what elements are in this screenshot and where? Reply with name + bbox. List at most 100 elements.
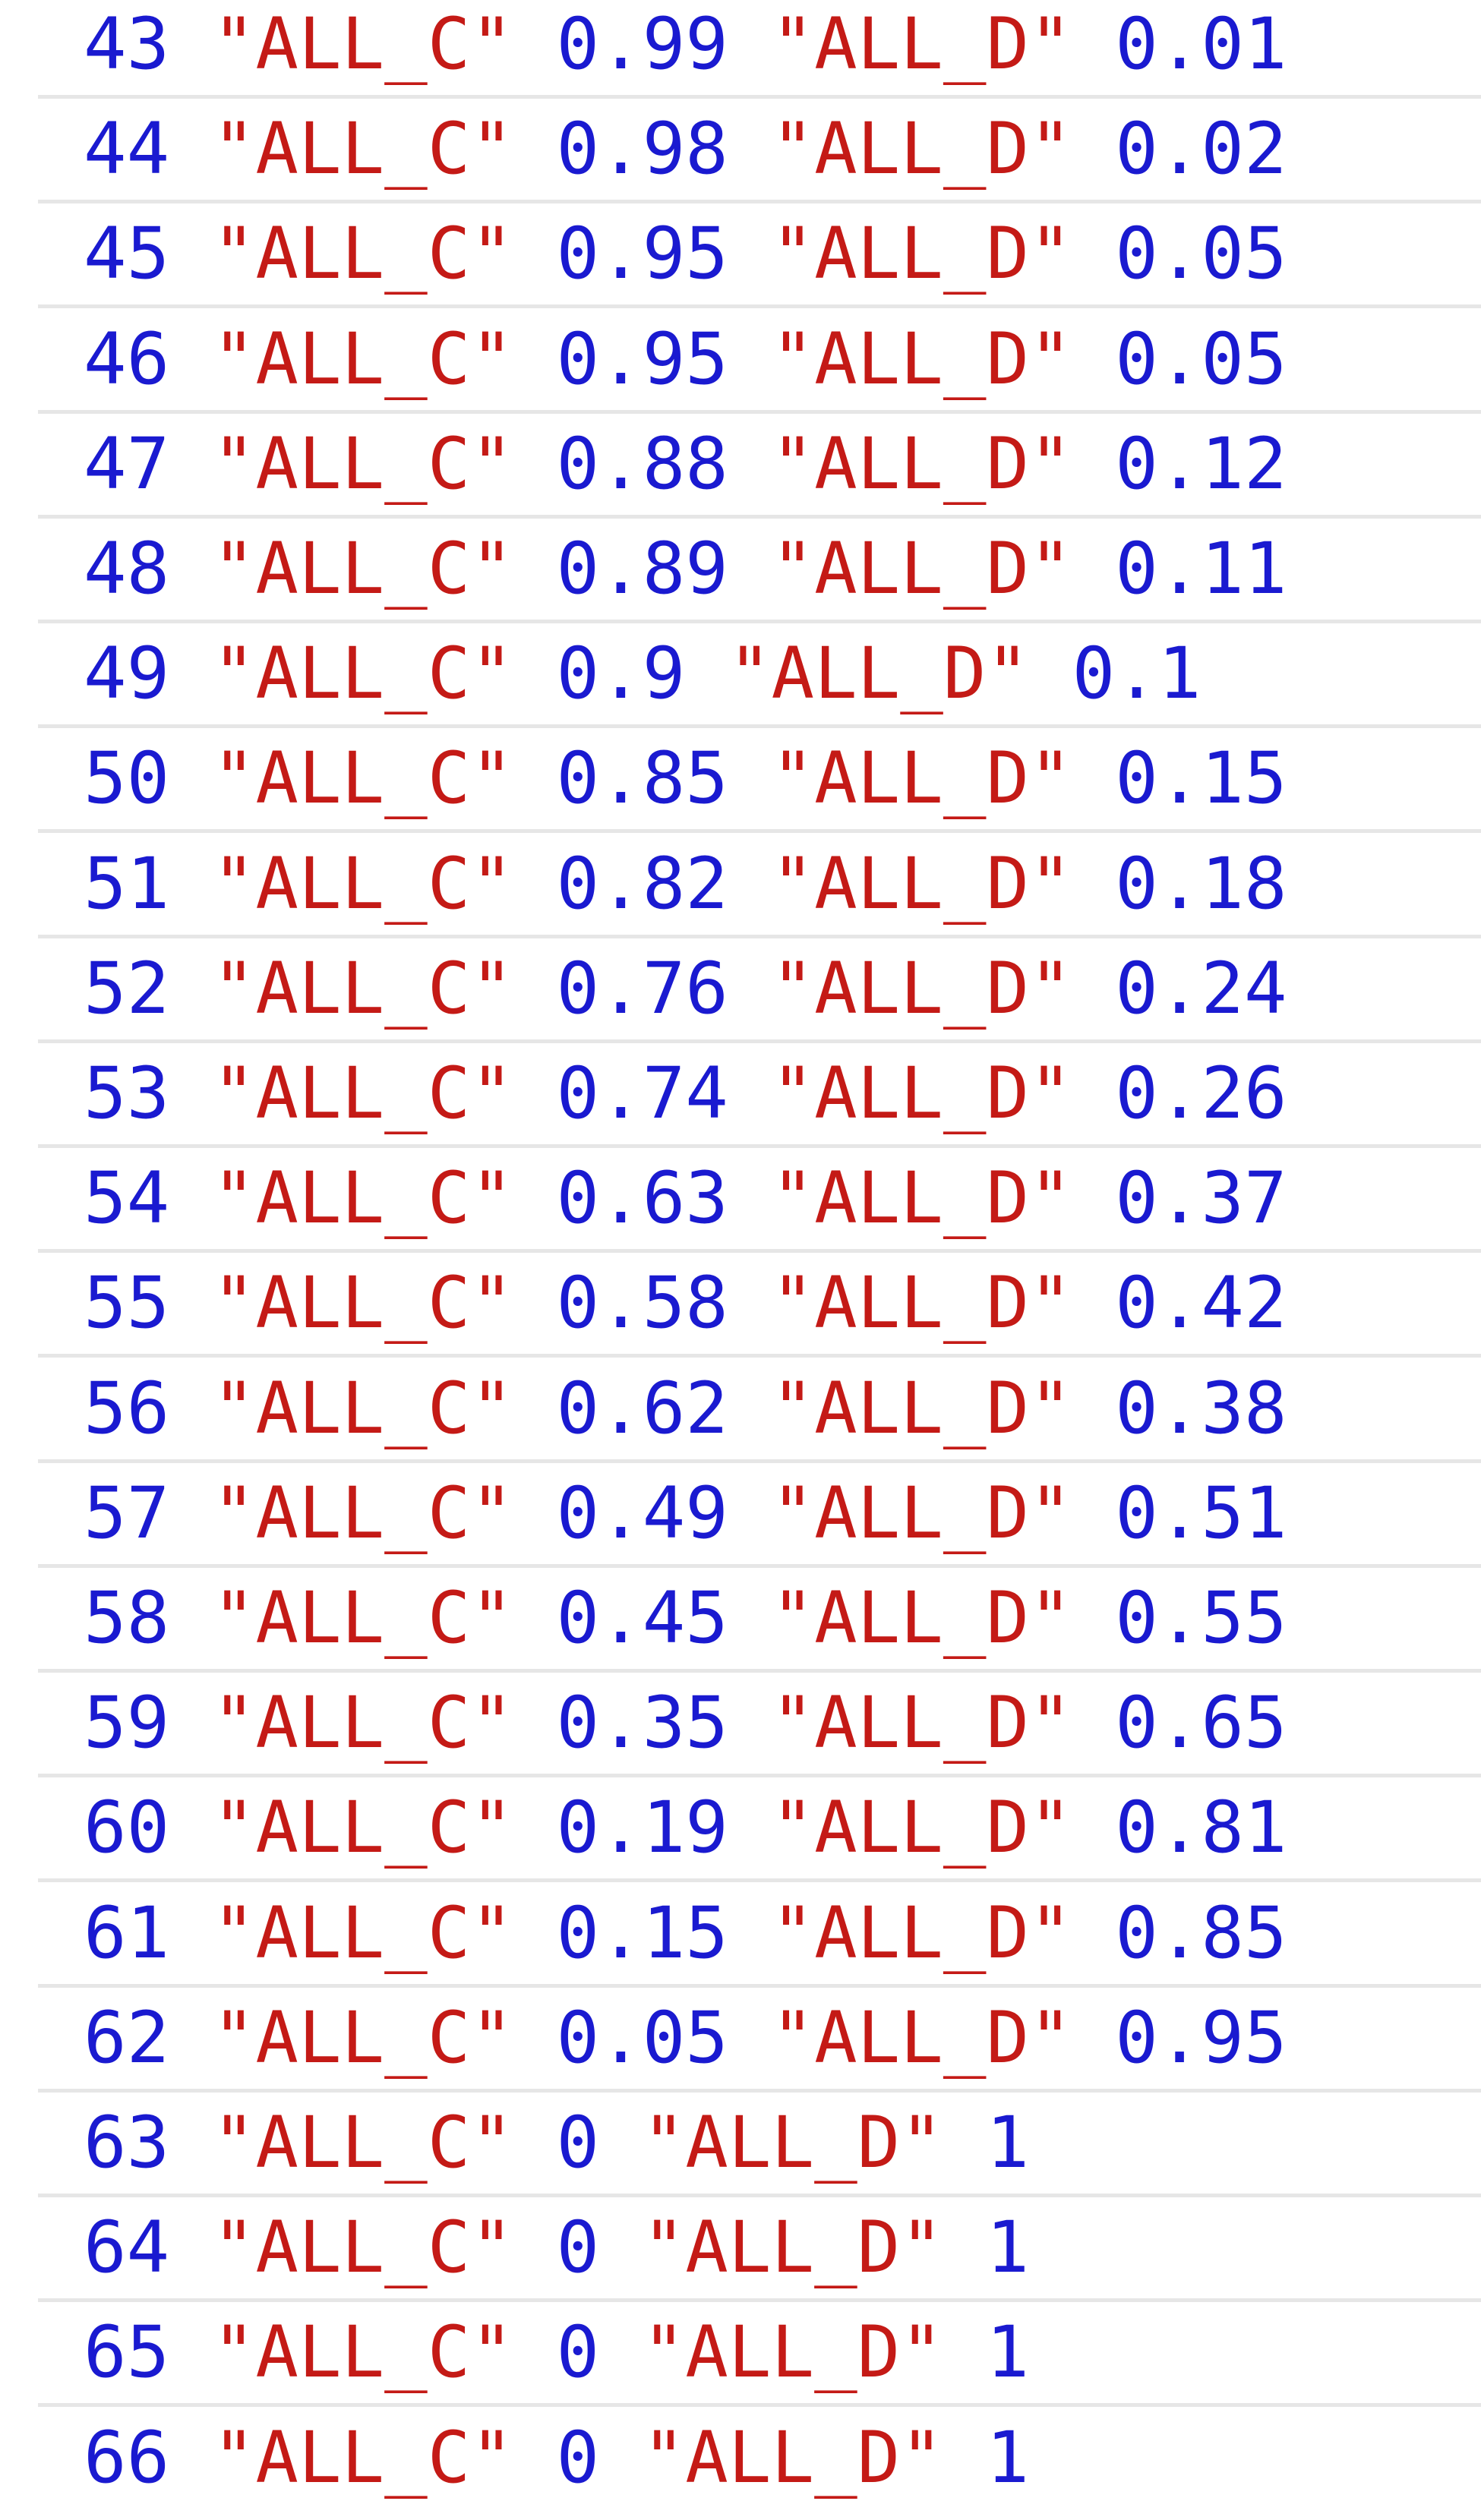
value-b: 0.05 (1115, 213, 1287, 296)
value-b: 0.1 (1072, 632, 1202, 716)
row-index: 57 (84, 1471, 170, 1555)
row-index: 64 (84, 2206, 170, 2290)
log-row: 61 "ALL_C" 0.15 "ALL_D" 0.85 (38, 1883, 1481, 1988)
value-a: 0 (556, 2206, 600, 2290)
value-b: 0.38 (1115, 1367, 1287, 1450)
value-b: 1 (986, 2416, 1030, 2499)
log-line: 44 "ALL_C" 0.98 "ALL_D" 0.02 (84, 99, 1287, 200)
key-b: "ALL_D" (771, 1682, 1072, 1765)
key-b: "ALL_D" (771, 528, 1072, 610)
value-b: 1 (986, 2311, 1030, 2395)
key-b: "ALL_D" (771, 947, 1072, 1030)
value-a: 0.15 (556, 1891, 728, 1975)
value-b: 0.05 (1115, 317, 1287, 401)
log-row: 60 "ALL_C" 0.19 "ALL_D" 0.81 (38, 1777, 1481, 1883)
value-a: 0 (556, 2102, 600, 2184)
value-a: 0.49 (556, 1471, 728, 1555)
row-index: 47 (84, 422, 170, 506)
row-index: 48 (84, 528, 170, 610)
value-a: 0.85 (556, 737, 728, 821)
value-b: 0.26 (1115, 1052, 1287, 1135)
key-a: "ALL_C" (212, 1996, 513, 2080)
key-b: "ALL_D" (771, 737, 1072, 821)
log-line: 50 "ALL_C" 0.85 "ALL_D" 0.15 (84, 728, 1287, 829)
log-row: 52 "ALL_C" 0.76 "ALL_D" 0.24 (38, 938, 1481, 1043)
log-line: 65 "ALL_C" 0 "ALL_D" 1 (84, 2302, 1029, 2403)
value-b: 0.42 (1115, 1262, 1287, 1345)
row-index: 65 (84, 2311, 170, 2395)
log-row: 59 "ALL_C" 0.35 "ALL_D" 0.65 (38, 1673, 1481, 1778)
key-a: "ALL_C" (212, 1891, 513, 1975)
key-a: "ALL_C" (212, 3, 513, 86)
value-b: 0.65 (1115, 1682, 1287, 1765)
key-a: "ALL_C" (212, 2102, 513, 2184)
row-index: 49 (84, 632, 170, 716)
value-a: 0.58 (556, 1262, 728, 1345)
row-index: 43 (84, 3, 170, 86)
row-index: 61 (84, 1891, 170, 1975)
log-row: 47 "ALL_C" 0.88 "ALL_D" 0.12 (38, 414, 1481, 519)
row-index: 66 (84, 2416, 170, 2499)
value-a: 0.76 (556, 947, 728, 1030)
key-b: "ALL_D" (642, 2311, 943, 2395)
log-row: 44 "ALL_C" 0.98 "ALL_D" 0.02 (38, 99, 1481, 204)
row-index: 59 (84, 1682, 170, 1765)
key-b: "ALL_D" (771, 1471, 1072, 1555)
log-row: 56 "ALL_C" 0.62 "ALL_D" 0.38 (38, 1358, 1481, 1463)
log-line: 54 "ALL_C" 0.63 "ALL_D" 0.37 (84, 1148, 1287, 1249)
row-index: 62 (84, 1996, 170, 2080)
row-index: 46 (84, 317, 170, 401)
value-a: 0.95 (556, 317, 728, 401)
log-row: 46 "ALL_C" 0.95 "ALL_D" 0.05 (38, 309, 1481, 414)
value-a: 0.35 (556, 1682, 728, 1765)
log-row: 45 "ALL_C" 0.95 "ALL_D" 0.05 (38, 203, 1481, 309)
log-row: 66 "ALL_C" 0 "ALL_D" 1 (38, 2408, 1481, 2512)
row-index: 53 (84, 1052, 170, 1135)
log-line: 57 "ALL_C" 0.49 "ALL_D" 0.51 (84, 1463, 1287, 1564)
value-a: 0.74 (556, 1052, 728, 1135)
key-a: "ALL_C" (212, 528, 513, 610)
key-b: "ALL_D" (642, 2416, 943, 2499)
key-b: "ALL_D" (771, 1262, 1072, 1345)
key-a: "ALL_C" (212, 947, 513, 1030)
key-a: "ALL_C" (212, 2206, 513, 2290)
key-a: "ALL_C" (212, 2416, 513, 2499)
log-line: 61 "ALL_C" 0.15 "ALL_D" 0.85 (84, 1883, 1287, 1984)
value-a: 0.82 (556, 842, 728, 926)
value-b: 0.12 (1115, 422, 1287, 506)
log-line: 52 "ALL_C" 0.76 "ALL_D" 0.24 (84, 938, 1287, 1039)
log-line: 62 "ALL_C" 0.05 "ALL_D" 0.95 (84, 1988, 1287, 2089)
value-b: 0.55 (1115, 1577, 1287, 1660)
key-b: "ALL_D" (771, 1367, 1072, 1450)
key-b: "ALL_D" (642, 2102, 943, 2184)
log-line: 66 "ALL_C" 0 "ALL_D" 1 (84, 2408, 1029, 2509)
value-a: 0 (556, 2311, 600, 2395)
log-row: 48 "ALL_C" 0.89 "ALL_D" 0.11 (38, 519, 1481, 623)
log-line: 53 "ALL_C" 0.74 "ALL_D" 0.26 (84, 1043, 1287, 1144)
row-index: 50 (84, 737, 170, 821)
key-a: "ALL_C" (212, 1262, 513, 1345)
row-index: 58 (84, 1577, 170, 1660)
row-index: 56 (84, 1367, 170, 1450)
key-a: "ALL_C" (212, 2311, 513, 2395)
log-line: 51 "ALL_C" 0.82 "ALL_D" 0.18 (84, 834, 1287, 935)
key-a: "ALL_C" (212, 1367, 513, 1450)
value-b: 0.95 (1115, 1996, 1287, 2080)
log-row: 43 "ALL_C" 0.99 "ALL_D" 0.01 (38, 0, 1481, 99)
key-b: "ALL_D" (771, 317, 1072, 401)
row-index: 45 (84, 213, 170, 296)
key-a: "ALL_C" (212, 422, 513, 506)
value-a: 0.9 (556, 632, 686, 716)
log-line: 46 "ALL_C" 0.95 "ALL_D" 0.05 (84, 309, 1287, 410)
value-b: 0.02 (1115, 108, 1287, 191)
key-b: "ALL_D" (771, 1787, 1072, 1870)
log-row: 51 "ALL_C" 0.82 "ALL_D" 0.18 (38, 834, 1481, 938)
key-a: "ALL_C" (212, 842, 513, 926)
value-b: 0.24 (1115, 947, 1287, 1030)
log-row: 58 "ALL_C" 0.45 "ALL_D" 0.55 (38, 1568, 1481, 1673)
value-b: 0.51 (1115, 1471, 1287, 1555)
key-a: "ALL_C" (212, 317, 513, 401)
log-row: 53 "ALL_C" 0.74 "ALL_D" 0.26 (38, 1043, 1481, 1148)
key-a: "ALL_C" (212, 737, 513, 821)
log-row: 65 "ALL_C" 0 "ALL_D" 1 (38, 2302, 1481, 2408)
